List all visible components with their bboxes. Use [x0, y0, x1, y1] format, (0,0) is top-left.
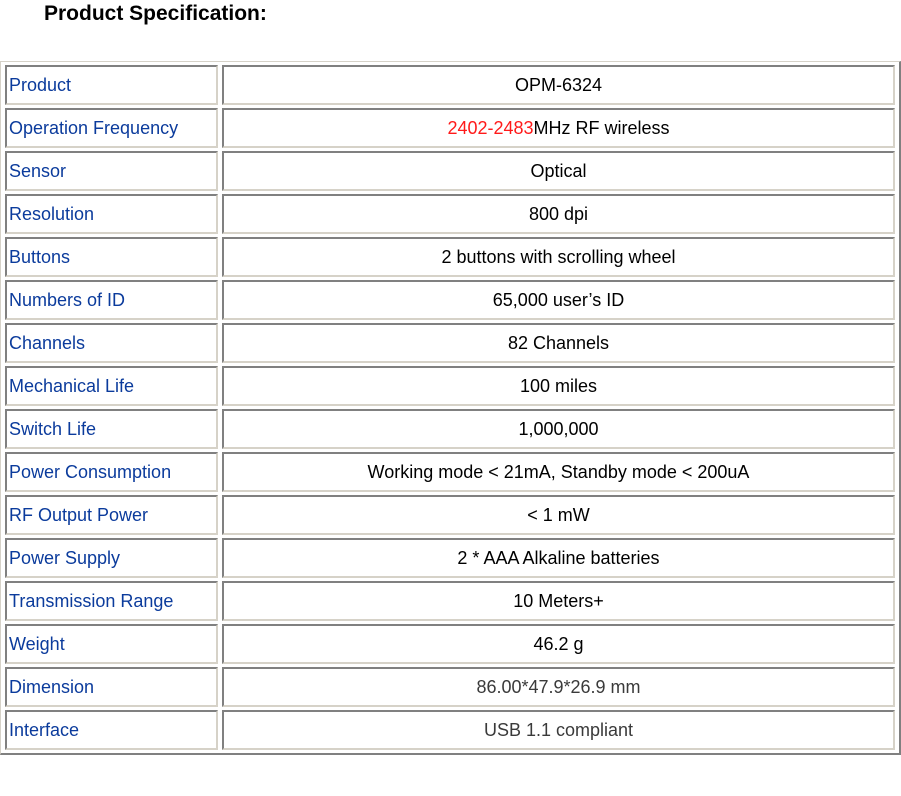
- table-row-power-consumption: Power Consumption Working mode < 21mA, S…: [5, 452, 895, 492]
- table-row-numbers-of-id: Numbers of ID 65,000 user’s ID: [5, 280, 895, 320]
- spec-label: Numbers of ID: [5, 280, 218, 320]
- spec-value: 2402-2483MHz RF wireless: [222, 108, 895, 148]
- spec-value: 46.2 g: [222, 624, 895, 664]
- frequency-range-highlight: 2402-2483: [447, 118, 534, 138]
- table-row-weight: Weight 46.2 g: [5, 624, 895, 664]
- spec-label: Interface: [5, 710, 218, 750]
- spec-value: 100 miles: [222, 366, 895, 406]
- spec-label: Weight: [5, 624, 218, 664]
- spec-value: 65,000 user’s ID: [222, 280, 895, 320]
- spec-value: 10 Meters+: [222, 581, 895, 621]
- spec-value: 86.00*47.9*26.9 mm: [222, 667, 895, 707]
- table-row-product: Product OPM-6324: [5, 65, 895, 105]
- spec-label: Switch Life: [5, 409, 218, 449]
- table-row-mechanical-life: Mechanical Life 100 miles: [5, 366, 895, 406]
- spec-value: Working mode < 21mA, Standby mode < 200u…: [222, 452, 895, 492]
- table-row-interface: Interface USB 1.1 compliant: [5, 710, 895, 750]
- spec-value: < 1 mW: [222, 495, 895, 535]
- spec-value: 800 dpi: [222, 194, 895, 234]
- spec-table: Product OPM-6324 Operation Frequency 240…: [0, 61, 901, 755]
- spec-value: 2 buttons with scrolling wheel: [222, 237, 895, 277]
- spec-value: 2 * AAA Alkaline batteries: [222, 538, 895, 578]
- spec-label: Operation Frequency: [5, 108, 218, 148]
- frequency-unit-text: MHz RF wireless: [533, 118, 670, 138]
- spec-label: Product: [5, 65, 218, 105]
- page-title: Product Specification:: [44, 2, 267, 25]
- table-row-power-supply: Power Supply 2 * AAA Alkaline batteries: [5, 538, 895, 578]
- spec-label: Transmission Range: [5, 581, 218, 621]
- spec-label: Sensor: [5, 151, 218, 191]
- spec-value: Optical: [222, 151, 895, 191]
- table-row-transmission-range: Transmission Range 10 Meters+: [5, 581, 895, 621]
- spec-value: 1,000,000: [222, 409, 895, 449]
- spec-label: Resolution: [5, 194, 218, 234]
- table-row-buttons: Buttons 2 buttons with scrolling wheel: [5, 237, 895, 277]
- spec-label: RF Output Power: [5, 495, 218, 535]
- spec-label: Dimension: [5, 667, 218, 707]
- table-row-sensor: Sensor Optical: [5, 151, 895, 191]
- spec-value: USB 1.1 compliant: [222, 710, 895, 750]
- table-row-rf-output-power: RF Output Power < 1 mW: [5, 495, 895, 535]
- spec-value: 82 Channels: [222, 323, 895, 363]
- table-row-resolution: Resolution 800 dpi: [5, 194, 895, 234]
- spec-label: Channels: [5, 323, 218, 363]
- table-row-switch-life: Switch Life 1,000,000: [5, 409, 895, 449]
- spec-label: Mechanical Life: [5, 366, 218, 406]
- table-row-channels: Channels 82 Channels: [5, 323, 895, 363]
- spec-value: OPM-6324: [222, 65, 895, 105]
- table-row-operation-frequency: Operation Frequency 2402-2483MHz RF wire…: [5, 108, 895, 148]
- table-row-dimension: Dimension 86.00*47.9*26.9 mm: [5, 667, 895, 707]
- spec-label: Power Consumption: [5, 452, 218, 492]
- spec-label: Power Supply: [5, 538, 218, 578]
- spec-label: Buttons: [5, 237, 218, 277]
